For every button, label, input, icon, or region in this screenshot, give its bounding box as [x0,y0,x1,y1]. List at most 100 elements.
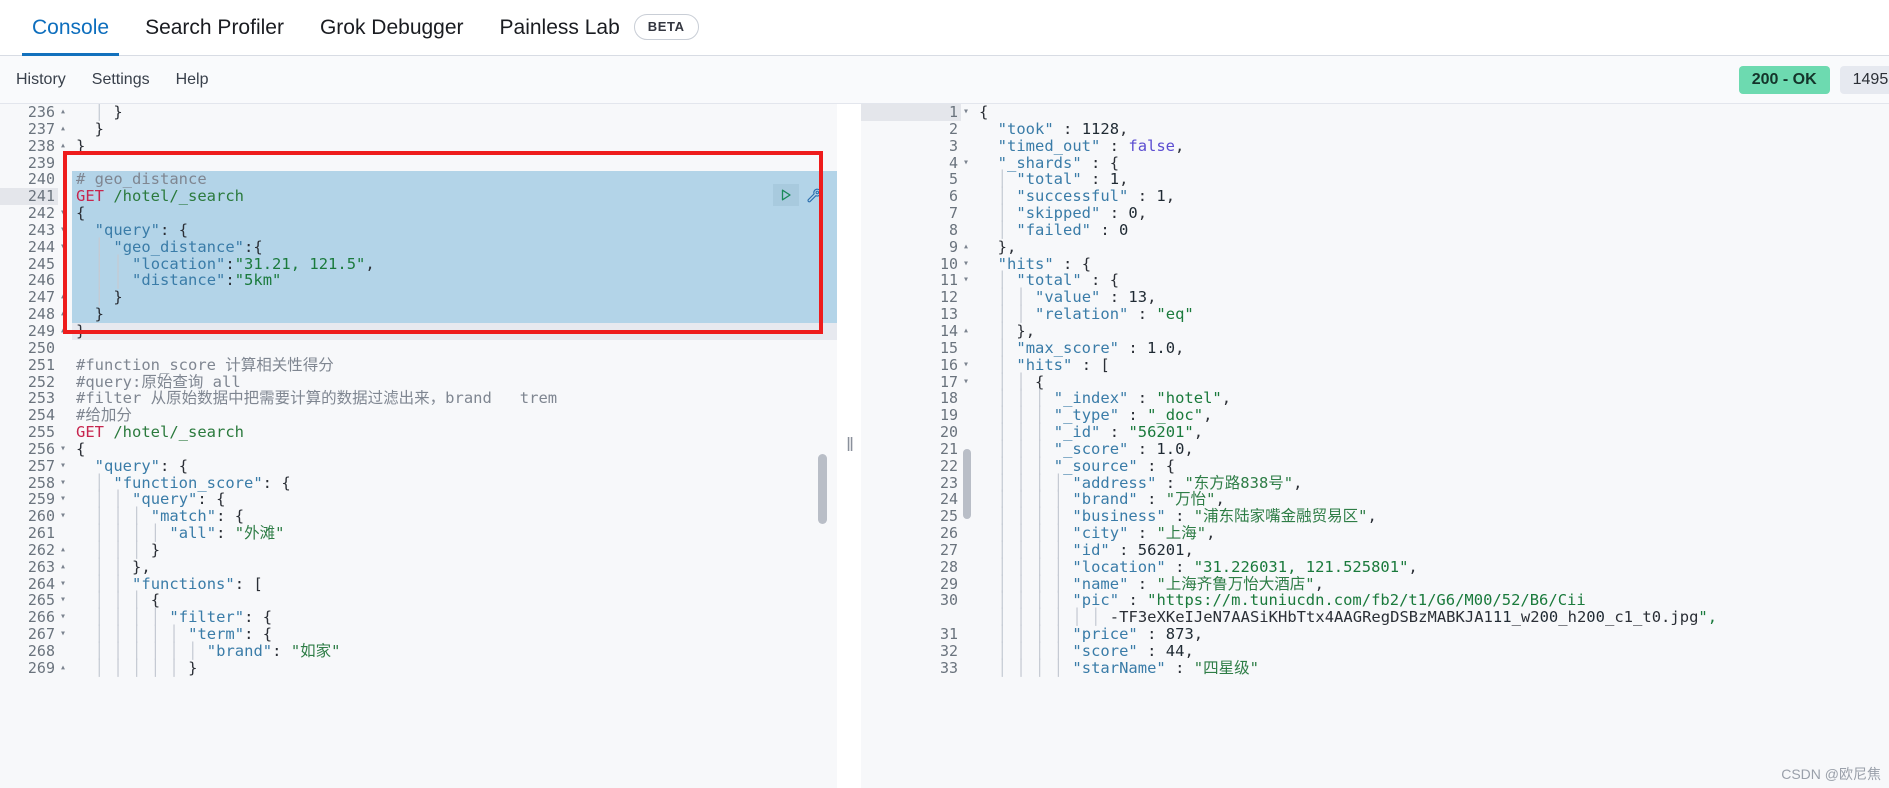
code-line[interactable]: 18 │ │ │ "_index" : "hotel", [861,390,1889,407]
code-line[interactable]: 265 ▾ │ │ │ { [0,592,837,609]
code-line[interactable]: 13 │ │ "relation" : "eq" [861,306,1889,323]
settings-button[interactable]: Settings [92,71,150,89]
code-line[interactable]: 239 [0,154,837,172]
code-line[interactable]: 2 "took" : 1128, [861,120,1889,138]
code-line[interactable]: 237 ▴ } [0,120,837,138]
code-line[interactable]: 242 ▾{ [0,205,837,222]
code-line[interactable]: 33 │ │ │ │ "starName" : "四星级" [861,659,1889,677]
code-line[interactable]: 269 ▴ │ │ │ │ │ } [0,659,837,677]
tab-console[interactable]: Console [14,0,127,56]
code-line[interactable]: 268 │ │ │ │ │ │ "brand": "如家" [0,643,837,660]
history-button[interactable]: History [16,71,66,89]
code-line[interactable]: 260 ▾ │ │ │ "match": { [0,508,837,525]
code-line[interactable]: 24 │ │ │ │ "brand" : "万怡", [861,491,1889,508]
code-line[interactable]: 12 │ │ "value" : 13, [861,289,1889,306]
code-line[interactable]: 249 ▴} [0,323,837,340]
request-scrollbar[interactable] [818,454,827,524]
code-line[interactable]: 250 [0,339,837,357]
fold-toggle-icon[interactable]: ▴ [58,323,72,340]
fold-toggle-icon[interactable]: ▾ [58,458,72,475]
code-line[interactable]: 263 ▴ │ │ }, [0,558,837,576]
code-line[interactable]: 238 ▴} [0,137,837,155]
code-line[interactable]: 266 ▾ │ │ │ │ "filter": { [0,609,837,626]
code-line[interactable]: 257 ▾ "query": { [0,457,837,475]
code-line[interactable]: 28 │ │ │ │ "location" : "31.226031, 121.… [861,558,1889,576]
tab-search-profiler[interactable]: Search Profiler [127,0,302,56]
response-code-area[interactable]: 1 ▾{2 "took" : 1128, 3 "timed_out" : false… [861,104,1889,788]
response-viewer-pane[interactable]: 1 ▾{2 "took" : 1128, 3 "timed_out" : false… [861,104,1889,788]
fold-toggle-icon[interactable]: ▴ [961,239,975,256]
code-line[interactable]: 20 │ │ │ "_id" : "56201", [861,424,1889,441]
code-line[interactable]: 31 │ │ │ │ "price" : 873, [861,626,1889,643]
code-line[interactable]: 21 │ │ │ "_score" : 1.0, [861,440,1889,458]
code-line[interactable]: 3 "timed_out" : false, [861,137,1889,155]
code-line[interactable]: 267 ▾ │ │ │ │ │ "term": { [0,626,837,643]
code-line[interactable]: 248 ▴ } [0,306,837,323]
fold-toggle-icon[interactable]: ▴ [961,323,975,340]
code-line[interactable]: 4 ▾ "_shards" : { [861,154,1889,172]
code-line[interactable]: 244 ▾ │ "geo_distance":{ [0,238,837,256]
fold-toggle-icon[interactable]: ▾ [58,491,72,508]
code-line[interactable]: 254 #给加分 [0,407,837,424]
fold-toggle-icon[interactable]: ▴ [58,104,72,121]
play-icon[interactable] [773,184,799,206]
fold-toggle-icon[interactable]: ▾ [961,104,975,121]
code-line[interactable]: 261 │ │ │ │ "all": "外滩" [0,525,837,542]
request-editor-pane[interactable]: 236 ▴ │ } 237 ▴ } 238 ▴} 239 240 # geo_distance… [0,104,837,788]
code-line[interactable]: 25 │ │ │ │ "business" : "浦东陆家嘴金融贸易区", [861,508,1889,525]
code-line[interactable]: 22▾ │ │ │ "_source" : { [861,457,1889,475]
code-line[interactable]: 236 ▴ │ } [0,104,837,121]
code-line[interactable]: 253 #filter 从原始数据中把需要计算的数据过滤出来，brand trem [0,390,837,407]
fold-toggle-icon[interactable]: ▾ [58,609,72,626]
code-line[interactable]: 240 # geo_distance [0,171,837,189]
fold-toggle-icon[interactable]: ▾ [58,626,72,643]
fold-toggle-icon[interactable]: ▾ [961,256,975,273]
fold-toggle-icon[interactable]: ▴ [58,121,72,138]
code-line[interactable]: 10 ▾ "hits" : { [861,255,1889,273]
fold-toggle-icon[interactable]: ▾ [961,374,975,391]
code-line[interactable]: 1 ▾{ [861,104,1889,121]
code-line[interactable]: 11 ▾ │ "total" : { [861,272,1889,289]
code-line[interactable]: │ │ │ │ │ │ -TF3eXKeIJeN7AASiKHbTtx4AAGR… [861,609,1889,626]
fold-toggle-icon[interactable]: ▾ [58,441,72,458]
fold-toggle-icon[interactable]: ▾ [961,357,975,374]
fold-toggle-icon[interactable]: ▾ [58,475,72,492]
code-line[interactable]: 30 │ │ │ │ "pic" : "https://m.tuniucdn.c… [861,592,1889,609]
fold-toggle-icon[interactable]: ▴ [58,660,72,677]
code-line[interactable]: 26 │ │ │ │ "city" : "上海", [861,525,1889,542]
code-line[interactable]: 32 │ │ │ │ "score" : 44, [861,643,1889,660]
code-line[interactable]: 19 │ │ │ "_type" : "_doc", [861,407,1889,424]
code-line[interactable]: 256 ▾{ [0,440,837,458]
wrench-icon[interactable] [801,183,827,207]
code-line[interactable]: 243 ▾ "query": { [0,221,837,239]
code-line[interactable]: 14 ▴ │ }, [861,323,1889,340]
code-line[interactable]: 6 │ "successful" : 1, [861,188,1889,205]
fold-toggle-icon[interactable]: ▾ [961,272,975,289]
pane-splitter[interactable]: ‖ [837,104,861,788]
code-line[interactable]: 8 │ "failed" : 0 [861,221,1889,239]
fold-toggle-icon[interactable]: ▾ [58,239,72,256]
code-line[interactable]: 16 ▾ │ "hits" : [ [861,356,1889,374]
code-line[interactable]: 5 │ "total" : 1, [861,171,1889,188]
code-line[interactable]: 29 │ │ │ │ "name" : "上海齐鲁万怡大酒店", [861,575,1889,593]
code-line[interactable]: 264 ▾ │ │ "functions": [ [0,575,837,593]
code-line[interactable]: 27 │ │ │ │ "id" : 56201, [861,542,1889,559]
code-line[interactable]: 245 │ │ "location":"31.21, 121.5", [0,255,837,273]
fold-toggle-icon[interactable]: ▴ [58,138,72,155]
code-line[interactable]: 251 #function_score 计算相关性得分 [0,356,837,374]
response-scrollbar[interactable] [963,449,971,519]
code-line[interactable]: 7 │ "skipped" : 0, [861,205,1889,222]
code-line[interactable]: 252 #query:原始查询 all [0,373,837,391]
fold-toggle-icon[interactable]: ▴ [58,559,72,576]
code-line[interactable]: 17 ▾ │ │ { [861,373,1889,391]
code-line[interactable]: 259 ▾ │ │ "query": { [0,491,837,508]
code-line[interactable]: 9 ▴ }, [861,238,1889,256]
fold-toggle-icon[interactable]: ▴ [58,289,72,306]
code-line[interactable]: 23 │ │ │ │ "address" : "东方路838号", [861,474,1889,492]
tab-painless-lab[interactable]: Painless Lab [482,0,638,56]
request-code-area[interactable]: 236 ▴ │ } 237 ▴ } 238 ▴} 239 240 # geo_distance… [0,104,837,788]
fold-toggle-icon[interactable]: ▾ [58,508,72,525]
fold-toggle-icon[interactable]: ▾ [961,155,975,172]
code-line[interactable]: 247 ▴ │ } [0,289,837,307]
code-line[interactable]: 241 GET /hotel/_search [0,188,837,206]
